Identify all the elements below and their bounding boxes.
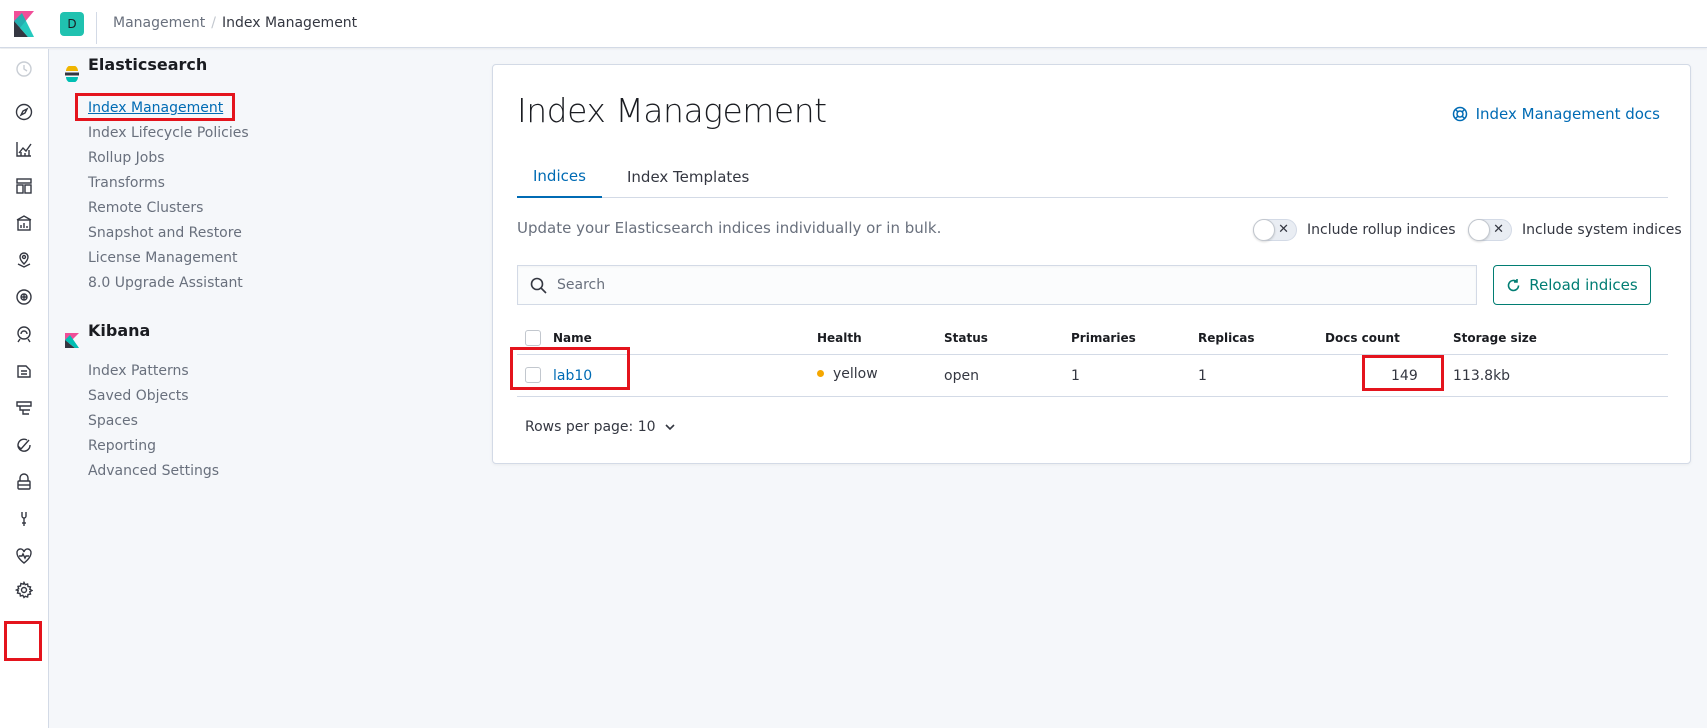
- chevron-down-icon: [664, 424, 675, 431]
- toggle-system-indices[interactable]: ✕ Include system indices: [1468, 219, 1682, 241]
- column-header-storage-size[interactable]: Storage size: [1453, 331, 1537, 345]
- docs-link-label: Index Management docs: [1475, 105, 1660, 123]
- rows-per-page-label: Rows per page: 10: [525, 419, 656, 435]
- page-description: Update your Elasticsearch indices indivi…: [517, 219, 942, 237]
- menu-item-remote-clusters[interactable]: Remote Clusters: [88, 200, 203, 216]
- menu-item-transforms[interactable]: Transforms: [88, 175, 165, 191]
- dev-tools-icon[interactable]: [14, 509, 34, 529]
- toggle-system-label: Include system indices: [1522, 222, 1682, 238]
- reload-indices-button[interactable]: Reload indices: [1493, 265, 1651, 305]
- infrastructure-icon[interactable]: [14, 324, 34, 344]
- column-header-primaries[interactable]: Primaries: [1071, 331, 1136, 345]
- machine-learning-icon[interactable]: [14, 287, 34, 307]
- menu-item-saved-objects[interactable]: Saved Objects: [88, 388, 189, 404]
- tab-indices[interactable]: Indices: [517, 155, 602, 198]
- switch-off-x-icon: ✕: [1493, 222, 1504, 237]
- table-row: lab10 yellow open 1 1 149 113.8kb: [510, 347, 1668, 397]
- management-highlight-box: [4, 621, 42, 661]
- breadcrumb-current: Index Management: [221, 15, 358, 31]
- stack-monitoring-icon[interactable]: [14, 546, 34, 566]
- menu-item-spaces[interactable]: Spaces: [88, 413, 138, 429]
- rows-per-page-selector[interactable]: Rows per page: 10: [525, 419, 676, 435]
- cell-storage-size: 113.8kb: [1453, 368, 1511, 384]
- breadcrumb: Management / Index Management: [113, 15, 357, 31]
- logs-icon[interactable]: [14, 361, 34, 381]
- help-lifebuoy-icon: [1452, 106, 1467, 122]
- switch-off-x-icon: ✕: [1278, 222, 1289, 237]
- cell-replicas: 1: [1198, 368, 1207, 384]
- menu-item-reporting[interactable]: Reporting: [88, 438, 156, 454]
- column-header-docs-count[interactable]: Docs count: [1325, 331, 1400, 345]
- refresh-icon: [1508, 278, 1520, 291]
- table-header-row: Name Health Status Primaries Replicas Do…: [517, 321, 1668, 355]
- elasticsearch-logo-icon: [65, 66, 79, 82]
- top-header: D Management / Index Management: [0, 0, 1707, 48]
- menu-item-index-patterns[interactable]: Index Patterns: [88, 363, 189, 379]
- menu-item-upgrade-assistant[interactable]: 8.0 Upgrade Assistant: [88, 275, 243, 291]
- search-input[interactable]: [557, 266, 1457, 304]
- cell-health: yellow: [817, 366, 878, 382]
- kibana-logo-icon[interactable]: [14, 11, 34, 37]
- menu-item-license-management[interactable]: License Management: [88, 250, 237, 266]
- select-all-checkbox[interactable]: [525, 330, 541, 346]
- dashboard-icon[interactable]: [14, 176, 34, 196]
- tab-bar: Indices Index Templates: [517, 155, 1668, 198]
- cell-primaries: 1: [1071, 368, 1080, 384]
- rollup-switch[interactable]: ✕: [1253, 219, 1297, 241]
- search-icon: [530, 277, 547, 294]
- recent-clock-icon[interactable]: [14, 59, 34, 79]
- toggle-rollup-indices[interactable]: ✕ Include rollup indices: [1253, 219, 1456, 241]
- health-label: yellow: [833, 366, 878, 382]
- reload-indices-label: Reload indices: [1529, 276, 1638, 294]
- column-header-name[interactable]: Name: [553, 331, 592, 345]
- menu-item-index-lifecycle-policies[interactable]: Index Lifecycle Policies: [88, 125, 249, 141]
- page-title: Index Management: [517, 91, 827, 130]
- maps-icon[interactable]: [14, 250, 34, 270]
- health-yellow-dot-icon: [817, 370, 824, 377]
- uptime-icon[interactable]: [14, 435, 34, 455]
- header-divider: [96, 12, 97, 44]
- menu-item-snapshot-restore[interactable]: Snapshot and Restore: [88, 225, 242, 241]
- apm-icon[interactable]: [14, 398, 34, 418]
- menu-item-rollup-jobs[interactable]: Rollup Jobs: [88, 150, 165, 166]
- canvas-icon[interactable]: [14, 213, 34, 233]
- siem-lock-icon[interactable]: [14, 472, 34, 492]
- docs-count-highlight-box: [1362, 355, 1444, 391]
- breadcrumb-management[interactable]: Management: [113, 15, 205, 31]
- docs-link[interactable]: Index Management docs: [1452, 105, 1660, 123]
- menu-item-advanced-settings[interactable]: Advanced Settings: [88, 463, 219, 479]
- column-header-replicas[interactable]: Replicas: [1198, 331, 1255, 345]
- tab-index-templates[interactable]: Index Templates: [611, 155, 765, 198]
- management-gear-icon[interactable]: [14, 580, 34, 600]
- kibana-section-logo-icon: [65, 333, 79, 348]
- column-header-health[interactable]: Health: [817, 331, 862, 345]
- breadcrumb-separator: /: [211, 15, 216, 31]
- discover-compass-icon[interactable]: [14, 102, 34, 122]
- cell-status: open: [944, 368, 979, 384]
- index-management-highlight-box: [75, 93, 235, 121]
- system-switch[interactable]: ✕: [1468, 219, 1512, 241]
- search-field[interactable]: [517, 265, 1477, 305]
- index-management-panel: Index Management Index Management docs I…: [492, 64, 1691, 464]
- visualize-chart-icon[interactable]: [14, 139, 34, 159]
- column-header-status[interactable]: Status: [944, 331, 988, 345]
- toggle-rollup-label: Include rollup indices: [1307, 222, 1456, 238]
- space-avatar[interactable]: D: [60, 12, 84, 36]
- section-title-kibana: Kibana: [88, 320, 151, 340]
- name-highlight-box: [510, 347, 630, 390]
- section-title-elasticsearch: Elasticsearch: [88, 54, 208, 74]
